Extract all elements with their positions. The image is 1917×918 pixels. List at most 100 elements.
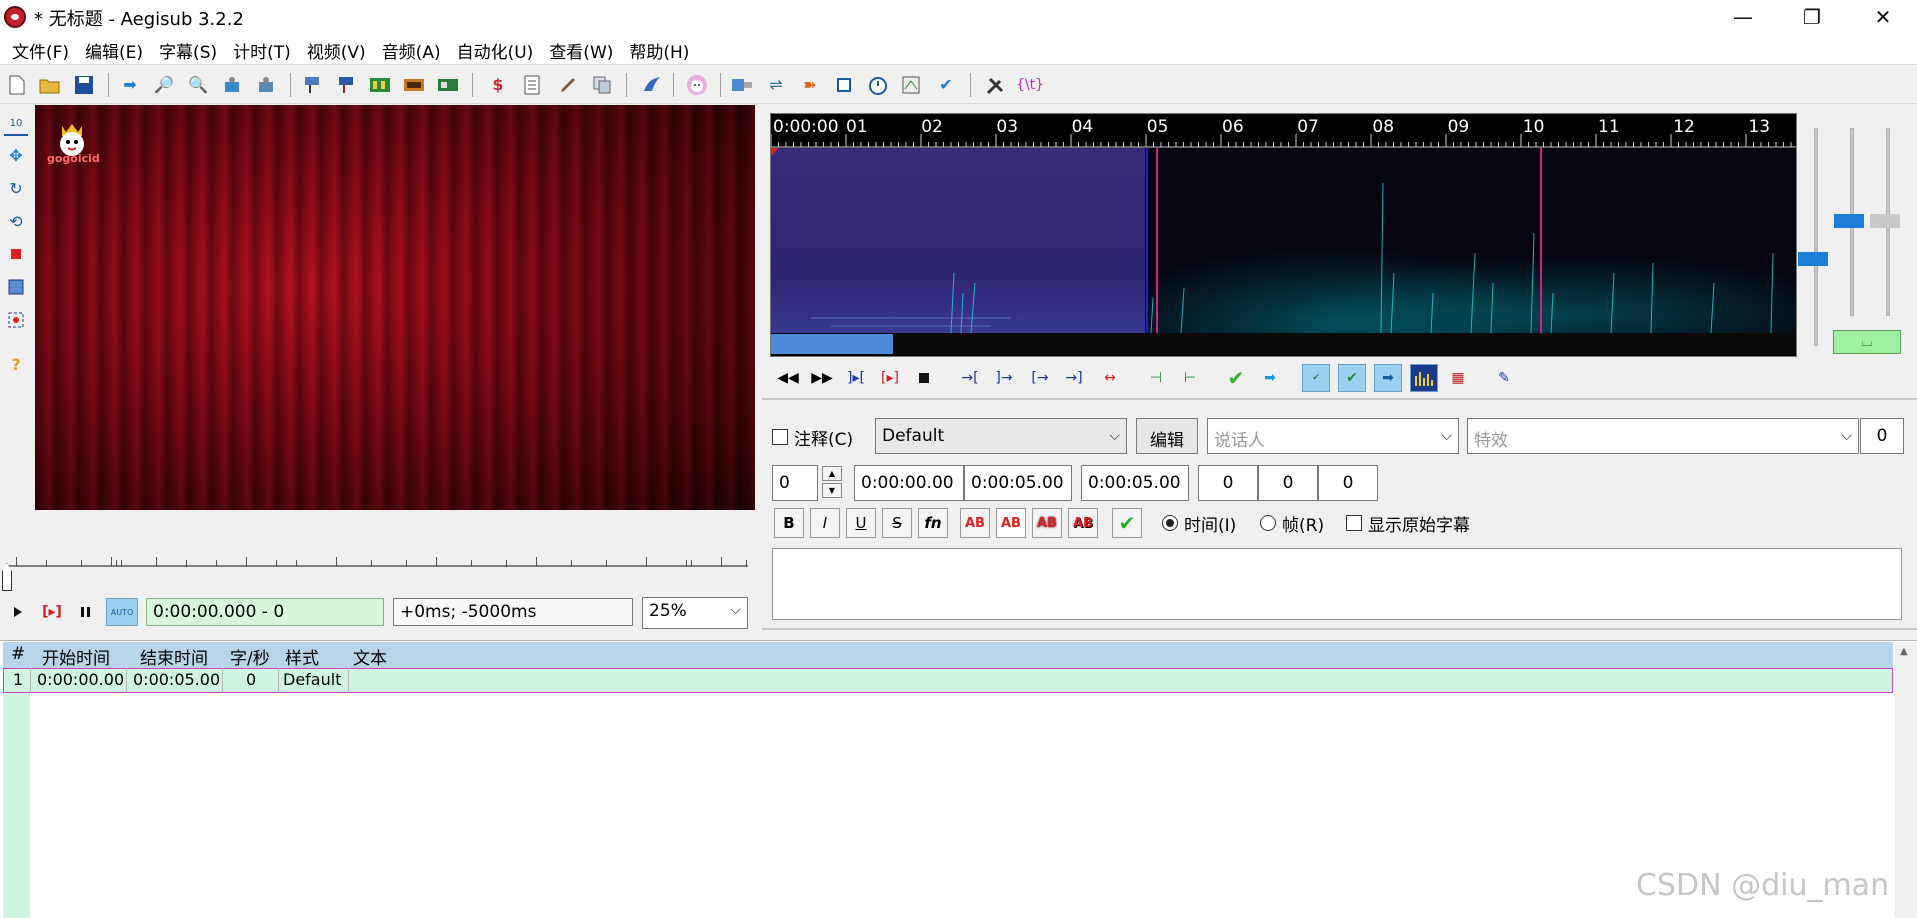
set-start-icon[interactable]: ⊣ [1142, 364, 1170, 392]
margin-left-input[interactable]: 0 [1198, 465, 1258, 501]
play-after-icon[interactable]: →] [1060, 364, 1088, 392]
automation-icon[interactable]: $ [486, 73, 510, 97]
rotate-xy-icon[interactable]: ⟲ [4, 209, 28, 233]
spectrum-mode-icon[interactable] [1410, 364, 1438, 392]
video-zoom-select[interactable]: 25% ⌵ [642, 597, 748, 629]
drag-tool-icon[interactable]: ✥ [4, 143, 28, 167]
audio-zoom-slider[interactable] [1814, 128, 1818, 346]
notes-icon[interactable] [520, 73, 544, 97]
frame-radio[interactable] [1260, 515, 1276, 531]
auto-commit-toggle-icon[interactable]: ✔ [1302, 364, 1330, 392]
duration-input[interactable]: 0:00:05.00 [1081, 465, 1189, 501]
auto-next-toggle-icon[interactable]: ✔ [1338, 364, 1366, 392]
timer-icon[interactable] [866, 73, 890, 97]
shadow-color-button[interactable]: AB [1068, 508, 1098, 538]
margin-right-input[interactable]: 0 [1258, 465, 1318, 501]
styles-manager-icon[interactable] [300, 73, 324, 97]
link-slider-toggle-icon[interactable]: ⌴ [1833, 330, 1901, 354]
jump-to-icon[interactable]: ➡ [118, 73, 142, 97]
clip-tool-icon[interactable] [4, 275, 28, 299]
secondary-color-button[interactable]: AB [996, 508, 1026, 538]
resample-icon[interactable] [436, 73, 460, 97]
style-select[interactable]: Default ⌵ [875, 418, 1127, 454]
commit-changes-icon[interactable]: ✔ [1112, 508, 1142, 538]
open-video-icon[interactable] [254, 73, 278, 97]
audio-vertical-zoom-thumb[interactable] [1870, 214, 1900, 228]
pencil-icon[interactable] [556, 73, 580, 97]
video-time-display[interactable]: 0:00:00.000 - 0 [146, 598, 384, 626]
menu-help[interactable]: 帮助(H) [621, 34, 697, 64]
kanji-timer-icon[interactable] [685, 73, 709, 97]
subtitle-text-editor[interactable] [772, 548, 1902, 620]
previous-line-icon[interactable]: ◀◀ [774, 364, 802, 392]
set-end-icon[interactable]: ⊢ [1176, 364, 1204, 392]
rotate-z-icon[interactable]: ↻ [4, 176, 28, 200]
audio-volume-thumb[interactable] [1834, 214, 1864, 228]
karaoke-icon[interactable]: ▦ [1444, 364, 1472, 392]
audio-scroll-thumb[interactable] [771, 334, 893, 354]
stop-icon[interactable] [832, 73, 856, 97]
video-seek-thumb[interactable] [2, 563, 12, 591]
comment-checkbox[interactable] [772, 429, 788, 445]
spell-check-icon[interactable]: ✔ [934, 73, 958, 97]
find-replace-icon[interactable] [900, 73, 924, 97]
menu-subtitle[interactable]: 字幕(S) [151, 34, 225, 64]
audio-scrollbar[interactable] [771, 333, 1796, 355]
video-seek-track[interactable] [6, 565, 748, 567]
layer-down-icon[interactable]: ▼ [822, 483, 842, 498]
stop-audio-icon[interactable] [910, 364, 938, 392]
play-selection-begin-icon[interactable]: ]▸[ [842, 364, 870, 392]
zoom-in-icon[interactable]: 🔎 [152, 73, 176, 97]
close-button[interactable]: ✕ [1853, 0, 1913, 34]
audio-options-icon[interactable]: ✎ [1490, 364, 1518, 392]
minimize-button[interactable]: — [1713, 0, 1773, 34]
menu-audio[interactable]: 音频(A) [374, 34, 449, 64]
edit-style-button[interactable]: 编辑 [1136, 418, 1198, 454]
strikeout-button[interactable]: S [882, 508, 912, 538]
menu-video[interactable]: 视频(V) [299, 34, 374, 64]
audio-zoom-thumb[interactable] [1798, 252, 1828, 266]
outline-color-button[interactable]: AB [1032, 508, 1062, 538]
translation-assistant-icon[interactable] [640, 73, 664, 97]
film-strip-icon[interactable] [402, 73, 426, 97]
play-icon[interactable] [8, 598, 28, 626]
pause-icon[interactable] [76, 598, 96, 626]
auto-scroll-audio-icon[interactable]: ➡ [1374, 364, 1402, 392]
fonts-collector-icon[interactable] [368, 73, 392, 97]
play-line-icon[interactable]: [▸] [38, 598, 66, 626]
margin-vertical-input[interactable]: 0 [1318, 465, 1378, 501]
shift-times-icon[interactable]: ⇌ [764, 73, 788, 97]
options-tools-icon[interactable] [984, 73, 1008, 97]
layer-up-icon[interactable]: ▲ [822, 466, 842, 481]
effect-combo[interactable]: 特效 ⌵ [1467, 418, 1859, 454]
video-details-icon[interactable] [730, 73, 754, 97]
play-end-icon[interactable]: [→ [1026, 364, 1054, 392]
play-after-start-icon[interactable]: ]→ [990, 364, 1018, 392]
menu-timing[interactable]: 计时(T) [225, 34, 299, 64]
go-next-icon[interactable]: ➡ [1256, 364, 1284, 392]
font-button[interactable]: fn [918, 508, 948, 538]
vector-clip-icon[interactable] [4, 308, 28, 332]
fish-icon[interactable]: ➽ [798, 73, 822, 97]
commit-icon[interactable]: ✔ [1222, 364, 1250, 392]
play-before-icon[interactable]: →[ [956, 364, 984, 392]
primary-color-button[interactable]: AB [960, 508, 990, 538]
layer-input[interactable]: 0 [772, 465, 818, 501]
open-folder-icon[interactable] [38, 73, 62, 97]
end-time-input[interactable]: 0:00:05.00 [964, 465, 1072, 501]
play-to-end-icon[interactable]: ↔ [1096, 364, 1124, 392]
underline-button[interactable]: U [846, 508, 876, 538]
show-original-checkbox[interactable] [1346, 515, 1362, 531]
next-line-icon[interactable]: ▶▶ [808, 364, 836, 392]
menu-edit[interactable]: 编辑(E) [77, 34, 151, 64]
menu-automation[interactable]: 自动化(U) [449, 34, 542, 64]
attachments-icon[interactable] [334, 73, 358, 97]
copy-icon[interactable] [590, 73, 614, 97]
grid-scrollbar[interactable]: ▲ [1895, 642, 1917, 918]
tag-toggle-icon[interactable]: {\t} [1016, 73, 1044, 97]
actor-combo[interactable]: 说话人 ⌵ [1207, 418, 1459, 454]
menu-file[interactable]: 文件(F) [4, 34, 77, 64]
start-time-input[interactable]: 0:00:00.00 [854, 465, 964, 501]
video-display[interactable] [35, 105, 755, 510]
scroll-up-icon[interactable]: ▲ [1900, 646, 1908, 657]
